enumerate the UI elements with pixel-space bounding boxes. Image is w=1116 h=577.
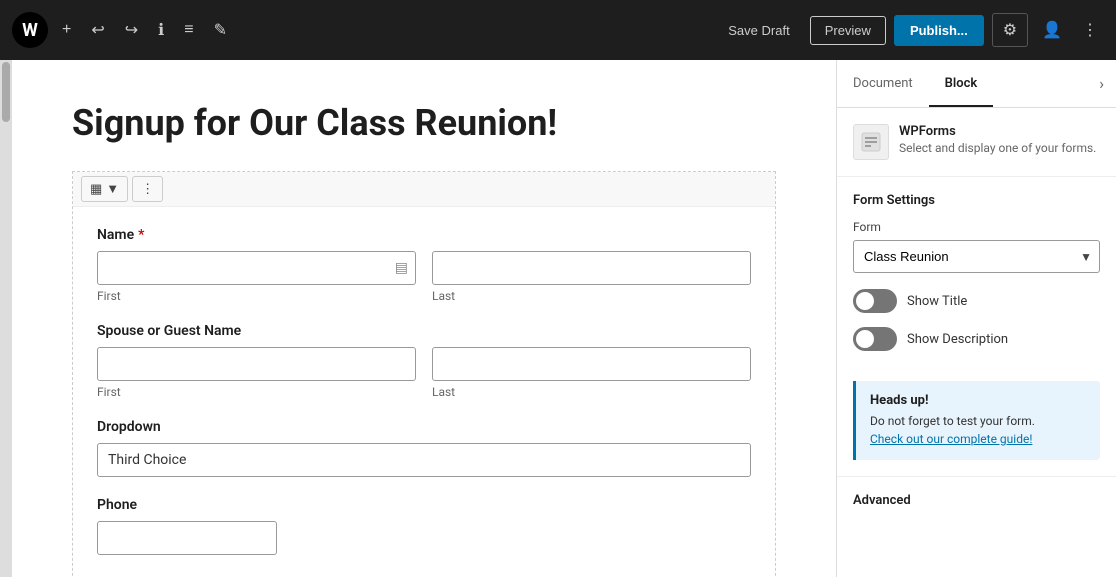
show-description-toggle-row: Show Description [853,327,1100,351]
publish-button[interactable]: Publish... [894,15,984,46]
heads-up-text: Do not forget to test your form. Check o… [870,412,1086,448]
tab-block[interactable]: Block [929,62,994,107]
plugin-icon [853,124,889,160]
preview-button[interactable]: Preview [810,16,886,45]
spouse-last-input[interactable] [432,347,751,381]
wp-logo-icon[interactable]: W [12,12,48,48]
wpforms-icon [861,132,881,152]
vertical-dots-icon: ⋮ [141,181,154,197]
main-area: Signup for Our Class Reunion! ▦ ▼ ⋮ Name… [0,60,1116,577]
edit-icon: ✎ [214,20,227,40]
user-icon: 👤 [1042,22,1062,39]
advanced-title: Advanced [853,493,1100,508]
phone-field: Phone [97,497,751,555]
name-first-input[interactable] [97,251,416,285]
spouse-first-sublabel: First [97,385,416,399]
dropdown-label: Dropdown [97,419,751,435]
plugin-desc: Select and display one of your forms. [899,141,1096,155]
show-title-slider [853,289,897,313]
name-last-col: Last [432,251,751,303]
tab-document[interactable]: Document [837,62,929,107]
more-icon: ⋮ [1082,22,1098,39]
name-first-input-wrapper: ▤ [97,251,416,285]
toolbar: W + ↩ ↪ ℹ ≡ ✎ Save Draft Preview Publish… [0,0,1116,60]
edit-button[interactable]: ✎ [208,14,233,46]
spouse-name-field: Spouse or Guest Name First Last [97,323,751,399]
form-settings-title: Form Settings [853,193,1100,208]
info-button[interactable]: ℹ [152,14,170,46]
name-last-input[interactable] [432,251,751,285]
plugin-info: WPForms Select and display one of your f… [837,108,1116,177]
form-select[interactable]: Class Reunion [853,240,1100,273]
sidebar: Document Block › WPForms Select and disp… [836,60,1116,577]
show-title-toggle-row: Show Title [853,289,1100,313]
phone-input[interactable] [97,521,277,555]
list-icon: ≡ [184,21,193,39]
show-title-label: Show Title [907,294,967,309]
list-view-button[interactable]: ≡ [178,15,199,45]
scrollbar-thumb[interactable] [2,62,10,122]
undo-button[interactable]: ↩ [85,14,110,46]
redo-button[interactable]: ↪ [119,14,144,46]
form-content: Name * ▤ First Last [73,207,775,577]
heads-up-link[interactable]: Check out our complete guide! [870,432,1032,446]
spouse-last-sublabel: Last [432,385,751,399]
form-settings-section: Form Settings Form Class Reunion ▼ Show … [837,177,1116,381]
show-description-slider [853,327,897,351]
page-title: Signup for Our Class Reunion! [72,100,776,147]
save-draft-button[interactable]: Save Draft [716,15,801,46]
show-description-label: Show Description [907,332,1008,347]
sidebar-tabs: Document Block › [837,60,1116,108]
sidebar-expand-icon[interactable]: › [1087,60,1116,107]
name-first-col: ▤ First [97,251,416,303]
advanced-section: Advanced [837,476,1116,524]
info-icon: ℹ [158,20,164,40]
dropdown-arrow: ▼ [106,181,119,196]
settings-button[interactable]: ⚙ [992,13,1028,47]
heads-up-box: Heads up! Do not forget to test your for… [853,381,1100,460]
dropdown-display[interactable]: Third Choice [97,443,751,477]
heads-up-title: Heads up! [870,393,1086,408]
table-icon: ▦ [90,181,102,197]
show-title-toggle[interactable] [853,289,897,313]
spouse-name-label: Spouse or Guest Name [97,323,751,339]
more-options-button[interactable]: ⋮ [1076,14,1104,46]
name-field-row: ▤ First Last [97,251,751,303]
show-description-toggle[interactable] [853,327,897,351]
content-area: Signup for Our Class Reunion! ▦ ▼ ⋮ Name… [12,60,836,577]
form-block-more-button[interactable]: ⋮ [132,176,163,202]
spouse-field-row: First Last [97,347,751,399]
add-icon: + [62,21,71,39]
form-block-icon-button[interactable]: ▦ ▼ [81,176,128,202]
scrollbar-track[interactable] [0,60,12,577]
form-block-wrapper: ▦ ▼ ⋮ Name * [72,171,776,577]
form-block-toolbar: ▦ ▼ ⋮ [73,172,775,207]
phone-label: Phone [97,497,751,513]
form-select-wrapper: Class Reunion ▼ [853,240,1100,273]
dropdown-field: Dropdown Third Choice [97,419,751,477]
spouse-last-col: Last [432,347,751,399]
settings-icon: ⚙ [1003,22,1017,39]
add-block-button[interactable]: + [56,15,77,45]
form-select-label: Form [853,220,1100,234]
name-first-sublabel: First [97,289,416,303]
spouse-first-input[interactable] [97,347,416,381]
user-button[interactable]: 👤 [1036,14,1068,46]
name-input-icon: ▤ [395,260,408,276]
name-label: Name * [97,227,751,243]
required-star: * [138,227,144,243]
name-field: Name * ▤ First Last [97,227,751,303]
plugin-text: WPForms Select and display one of your f… [899,124,1096,155]
redo-icon: ↪ [125,20,138,40]
undo-icon: ↩ [91,20,104,40]
name-last-sublabel: Last [432,289,751,303]
spouse-first-col: First [97,347,416,399]
plugin-name: WPForms [899,124,1096,139]
